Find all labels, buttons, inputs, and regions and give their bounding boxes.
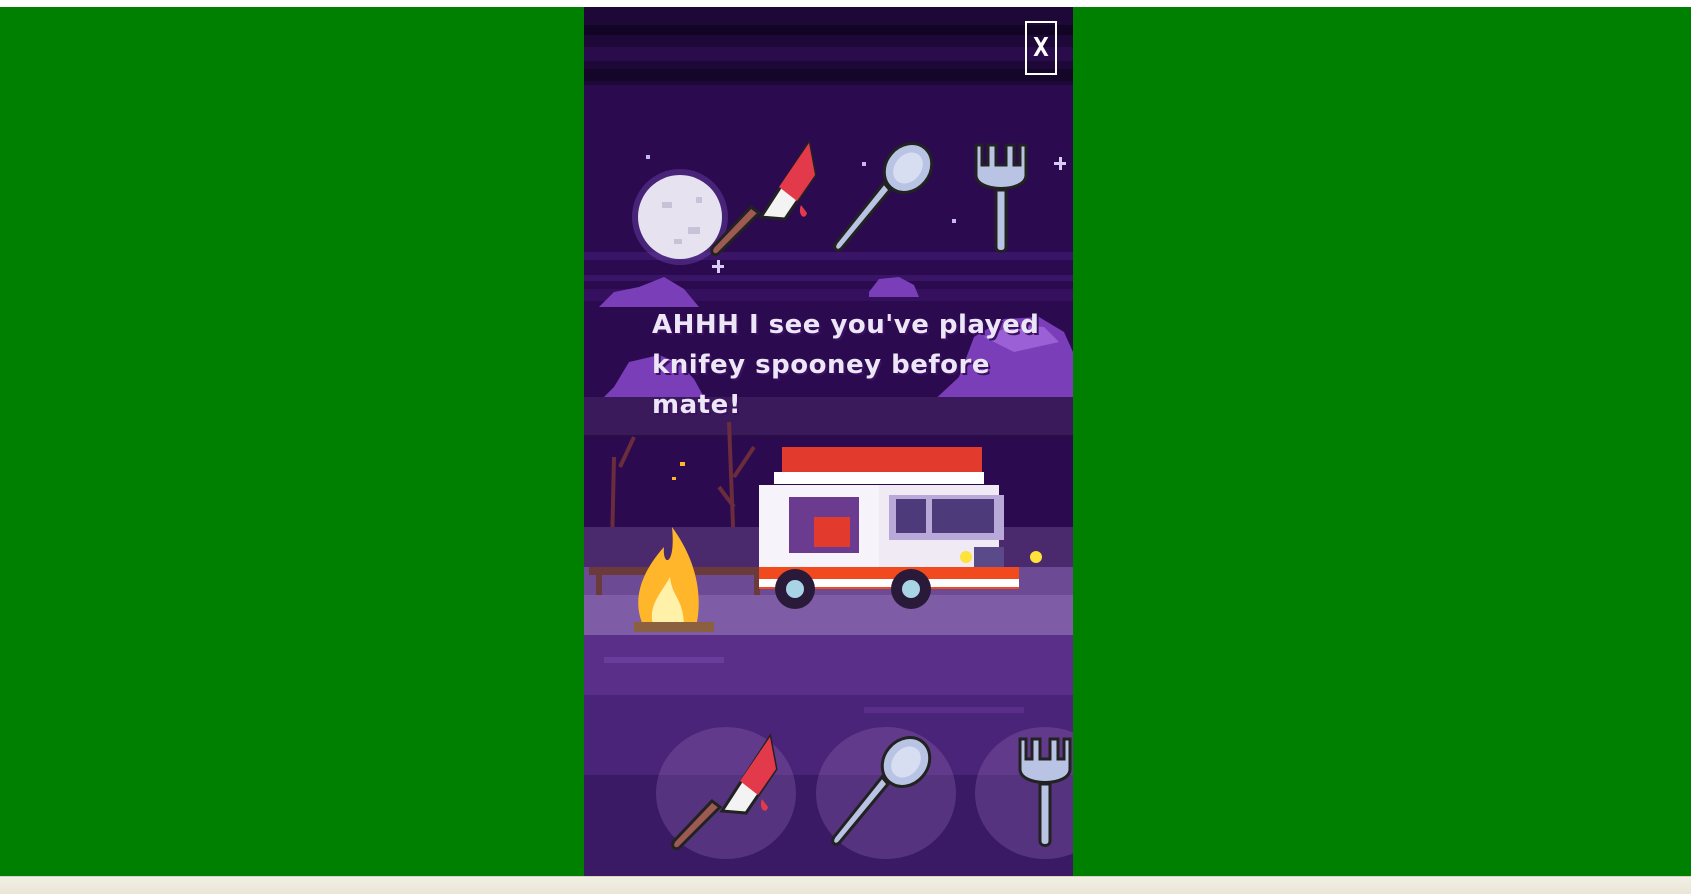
spoon-icon	[831, 736, 932, 846]
window-top-strip	[0, 0, 1691, 7]
bloody-knife-icon	[710, 139, 817, 257]
choose-spoon-button[interactable]	[816, 727, 956, 859]
dialog-text: AHHH I see you've played knifey spooney …	[652, 310, 1040, 420]
spoon-icon	[833, 142, 934, 252]
close-button[interactable]: X	[1025, 21, 1057, 75]
opponent-spoon-card	[828, 135, 948, 260]
opponent-fork-card	[966, 135, 1036, 260]
choose-knife-button[interactable]	[656, 727, 796, 859]
choose-fork-button[interactable]	[975, 727, 1073, 859]
opponent-knife-card	[705, 135, 825, 260]
game-container: X AHHH I see you've played knifey spoone…	[584, 7, 1073, 876]
os-taskbar	[0, 876, 1691, 894]
bloody-knife-icon	[671, 733, 778, 851]
fork-icon	[1018, 737, 1072, 847]
fork-icon	[974, 143, 1028, 253]
